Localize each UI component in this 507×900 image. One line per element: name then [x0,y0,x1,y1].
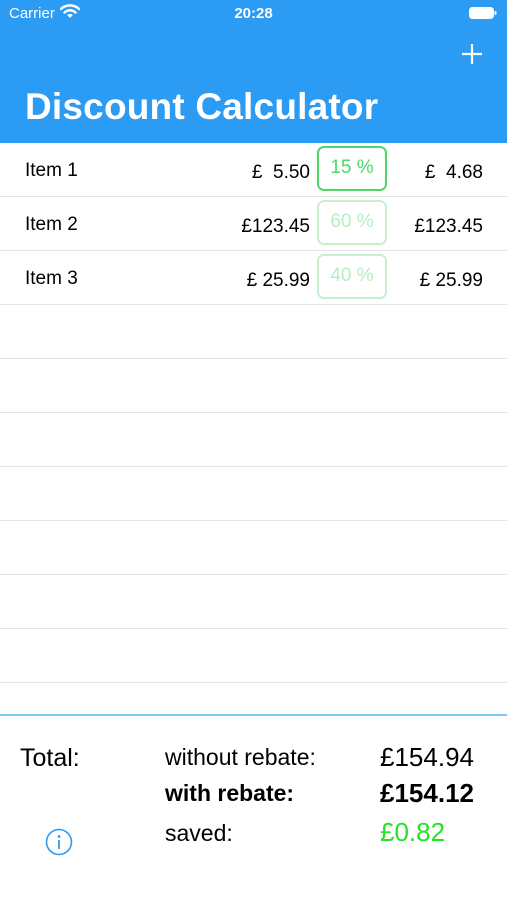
without-rebate-value: £154.94 [380,742,474,772]
empty-row [0,413,507,467]
list-item[interactable]: Item 1 £ 5.50 15 % £ 4.68 [0,143,507,197]
discount-field[interactable]: 15 % [317,146,387,191]
empty-row [0,629,507,683]
without-rebate-label: without rebate: [165,744,316,770]
items-list: Item 1 £ 5.50 15 % £ 4.68 Item 2 £123.45… [0,143,507,683]
item-price: £ 5.50 [251,162,310,183]
navigation-bar: Carrier 20:28 Discount Calculator [0,0,507,143]
discount-field[interactable]: 40 % [317,254,387,299]
add-item-button[interactable] [455,37,489,71]
with-rebate-value: £154.12 [380,778,474,808]
empty-row [0,359,507,413]
item-final-price: £ 25.99 [419,270,483,291]
empty-row [0,305,507,359]
saved-value: £0.82 [380,817,446,847]
item-name: Item 2 [25,214,78,235]
item-price: £ 25.99 [246,270,310,291]
list-item[interactable]: Item 2 £123.45 60 % £123.45 [0,197,507,251]
item-price: £123.45 [241,216,310,237]
item-name: Item 3 [25,268,78,289]
battery-icon [469,7,497,19]
totals-panel: Total: without rebate: £154.94 with reba… [0,716,507,900]
empty-row [0,521,507,575]
page-title: Discount Calculator [25,86,379,127]
info-icon[interactable] [45,828,73,856]
empty-row [0,575,507,629]
list-item[interactable]: Item 3 £ 25.99 40 % £ 25.99 [0,251,507,305]
discount-field[interactable]: 60 % [317,200,387,245]
saved-label: saved: [165,820,233,846]
with-rebate-label: with rebate: [165,780,295,806]
item-name: Item 1 [25,160,78,181]
item-final-price: £123.45 [414,216,483,237]
status-bar: Carrier 20:28 [0,0,507,30]
empty-row [0,467,507,521]
clock: 20:28 [234,5,273,22]
total-label: Total: [20,744,80,772]
item-final-price: £ 4.68 [424,162,483,183]
